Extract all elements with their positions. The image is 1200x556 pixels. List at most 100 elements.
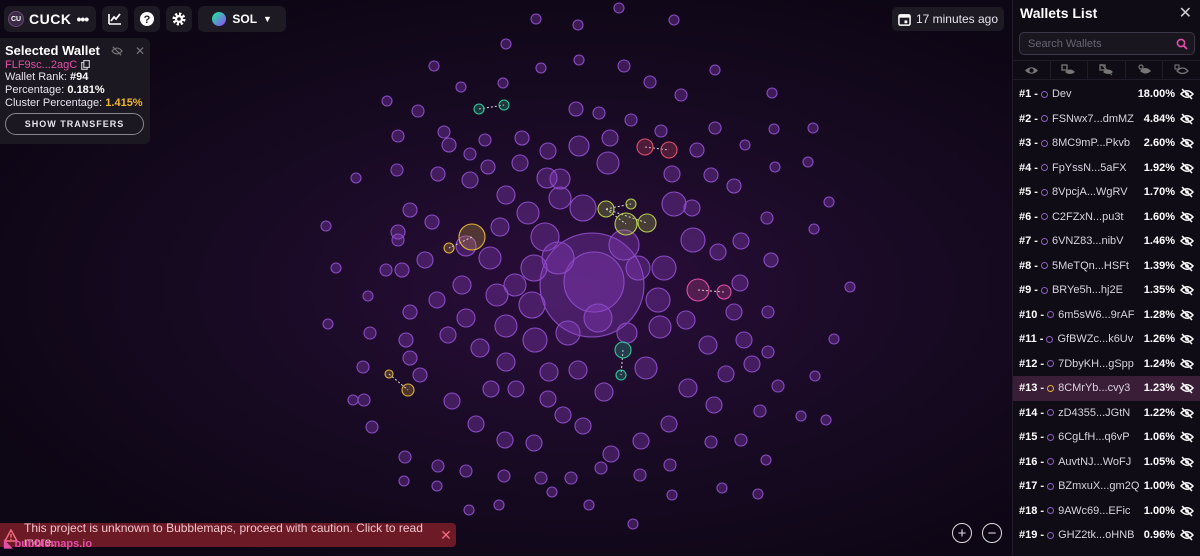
wallet-bubble[interactable] bbox=[365, 420, 379, 434]
wallet-bubble[interactable] bbox=[633, 468, 647, 482]
wallet-bubble[interactable] bbox=[564, 471, 578, 485]
hide-wallet-icon[interactable] bbox=[1180, 113, 1194, 125]
hide-wallet-icon[interactable] bbox=[1180, 529, 1194, 541]
wallet-bubble[interactable] bbox=[725, 303, 743, 321]
wallet-bubble[interactable] bbox=[428, 291, 446, 309]
wallet-bubble[interactable] bbox=[539, 390, 557, 408]
wallet-bubble[interactable] bbox=[411, 104, 425, 118]
hide-wallet-icon[interactable] bbox=[1180, 235, 1194, 247]
wallet-bubble[interactable] bbox=[663, 458, 677, 472]
filter-all[interactable] bbox=[1013, 61, 1051, 79]
wallet-bubble[interactable] bbox=[494, 314, 518, 338]
wallet-bubble[interactable] bbox=[743, 355, 761, 373]
wallet-bubble[interactable] bbox=[431, 480, 443, 492]
cluster-bubble[interactable] bbox=[716, 284, 732, 300]
wallet-row[interactable]: #4 - FpYssN...5aFX 1.92% bbox=[1013, 156, 1200, 181]
wallet-bubble[interactable] bbox=[760, 454, 772, 466]
wallet-bubble[interactable] bbox=[809, 370, 821, 382]
wallet-bubble[interactable] bbox=[616, 322, 638, 344]
wallet-bubble[interactable] bbox=[525, 434, 543, 452]
wallet-bubble[interactable] bbox=[676, 310, 696, 330]
wallet-bubble[interactable] bbox=[539, 362, 559, 382]
more-icon[interactable]: ••• bbox=[76, 11, 89, 27]
wallet-bubble[interactable] bbox=[601, 129, 619, 147]
filter-exchanges[interactable] bbox=[1088, 61, 1126, 79]
wallet-bubble[interactable] bbox=[379, 263, 393, 277]
wallet-bubble[interactable] bbox=[507, 380, 525, 398]
wallet-bubble[interactable] bbox=[347, 394, 359, 406]
wallet-bubble[interactable] bbox=[573, 54, 585, 66]
wallet-bubble[interactable] bbox=[771, 379, 785, 393]
wallet-bubble[interactable] bbox=[430, 166, 446, 182]
wallet-bubble[interactable] bbox=[398, 450, 412, 464]
cluster-bubble[interactable] bbox=[401, 383, 415, 397]
wallet-bubble[interactable] bbox=[709, 243, 727, 261]
wallet-bubble[interactable] bbox=[645, 287, 671, 313]
wallet-bubble[interactable] bbox=[496, 185, 516, 205]
wallet-bubble[interactable] bbox=[320, 220, 332, 232]
wallet-bubble[interactable] bbox=[490, 217, 510, 237]
wallet-bubble[interactable] bbox=[530, 222, 560, 252]
wallet-bubble[interactable] bbox=[480, 159, 496, 175]
wallet-row[interactable]: #12 - 7DbyKH...gSpp 1.24% bbox=[1013, 352, 1200, 377]
cluster-bubble[interactable] bbox=[615, 369, 627, 381]
close-icon[interactable]: ✕ bbox=[135, 44, 145, 58]
brand-logo[interactable]: ◣ bubblemaps.io bbox=[4, 537, 92, 551]
wallet-bubble[interactable] bbox=[463, 504, 475, 516]
hide-wallet-icon[interactable] bbox=[1180, 162, 1194, 174]
wallet-bubble[interactable] bbox=[661, 191, 687, 217]
wallet-row[interactable]: #8 - 5MeTQn...HSFt 1.39% bbox=[1013, 254, 1200, 279]
bubble-map[interactable] bbox=[0, 0, 1012, 556]
hide-wallet-icon[interactable] bbox=[1180, 505, 1194, 517]
bubble-map-canvas[interactable]: CU CUCK ••• ? SOL ▼ 17 minutes ago Selec… bbox=[0, 0, 1012, 556]
cluster-bubble[interactable] bbox=[625, 198, 637, 210]
wallet-bubble[interactable] bbox=[625, 255, 651, 281]
cluster-bubble[interactable] bbox=[384, 369, 394, 379]
wallet-bubble[interactable] bbox=[459, 464, 473, 478]
wallet-row[interactable]: #7 - 6VNZ83...nibV 1.46% bbox=[1013, 229, 1200, 254]
filter-visible[interactable] bbox=[1163, 61, 1200, 79]
wallet-bubble[interactable] bbox=[478, 133, 492, 147]
wallet-bubble[interactable] bbox=[766, 87, 778, 99]
show-transfers-button[interactable]: SHOW TRANSFERS bbox=[5, 113, 144, 135]
wallet-bubble[interactable] bbox=[717, 365, 735, 383]
wallet-bubble[interactable] bbox=[534, 471, 548, 485]
hide-wallet-icon[interactable] bbox=[1180, 358, 1194, 370]
wallet-bubble[interactable] bbox=[761, 305, 775, 319]
wallet-bubble[interactable] bbox=[431, 459, 445, 473]
wallet-search[interactable] bbox=[1019, 32, 1195, 55]
wallet-bubble[interactable] bbox=[820, 414, 832, 426]
hide-wallet-icon[interactable] bbox=[1180, 137, 1194, 149]
wallet-bubble[interactable] bbox=[643, 75, 657, 89]
wallet-address[interactable]: FLF9sc...2agC bbox=[5, 59, 77, 71]
wallet-row[interactable]: #16 - AuvtNJ...WoFJ 1.05% bbox=[1013, 450, 1200, 475]
wallet-bubble[interactable] bbox=[478, 246, 502, 270]
wallet-bubble[interactable] bbox=[569, 194, 597, 222]
wallet-bubble[interactable] bbox=[516, 201, 540, 225]
wallet-bubble[interactable] bbox=[391, 129, 405, 143]
wallet-row[interactable]: #1 - Dev 18.00% bbox=[1013, 82, 1200, 107]
cluster-bubble[interactable] bbox=[458, 223, 486, 251]
wallet-bubble[interactable] bbox=[760, 211, 774, 225]
hide-wallet-icon[interactable] bbox=[1180, 480, 1194, 492]
wallet-bubble[interactable] bbox=[503, 273, 527, 297]
wallet-bubble[interactable] bbox=[441, 137, 457, 153]
wallet-bubble[interactable] bbox=[648, 315, 672, 339]
wallet-bubble[interactable] bbox=[703, 167, 719, 183]
wallet-bubble[interactable] bbox=[763, 252, 779, 268]
settings-button[interactable] bbox=[166, 6, 193, 32]
wallet-bubble[interactable] bbox=[698, 335, 718, 355]
wallet-bubble[interactable] bbox=[651, 255, 677, 281]
wallet-bubble[interactable] bbox=[398, 332, 414, 348]
wallet-row[interactable]: #9 - BRYe5h...hj2E 1.35% bbox=[1013, 278, 1200, 303]
wallet-bubble[interactable] bbox=[689, 142, 705, 158]
cluster-bubble[interactable] bbox=[498, 99, 510, 111]
wallet-bubble[interactable] bbox=[514, 130, 530, 146]
wallet-bubble[interactable] bbox=[683, 199, 701, 217]
hide-wallet-icon[interactable] bbox=[1180, 407, 1194, 419]
wallet-row[interactable]: #18 - 9AWc69...EFic 1.00% bbox=[1013, 499, 1200, 524]
wallet-bubble[interactable] bbox=[596, 151, 620, 175]
wallet-bubble[interactable] bbox=[678, 378, 698, 398]
wallet-bubble[interactable] bbox=[493, 499, 505, 511]
cluster-bubble[interactable] bbox=[614, 341, 632, 359]
